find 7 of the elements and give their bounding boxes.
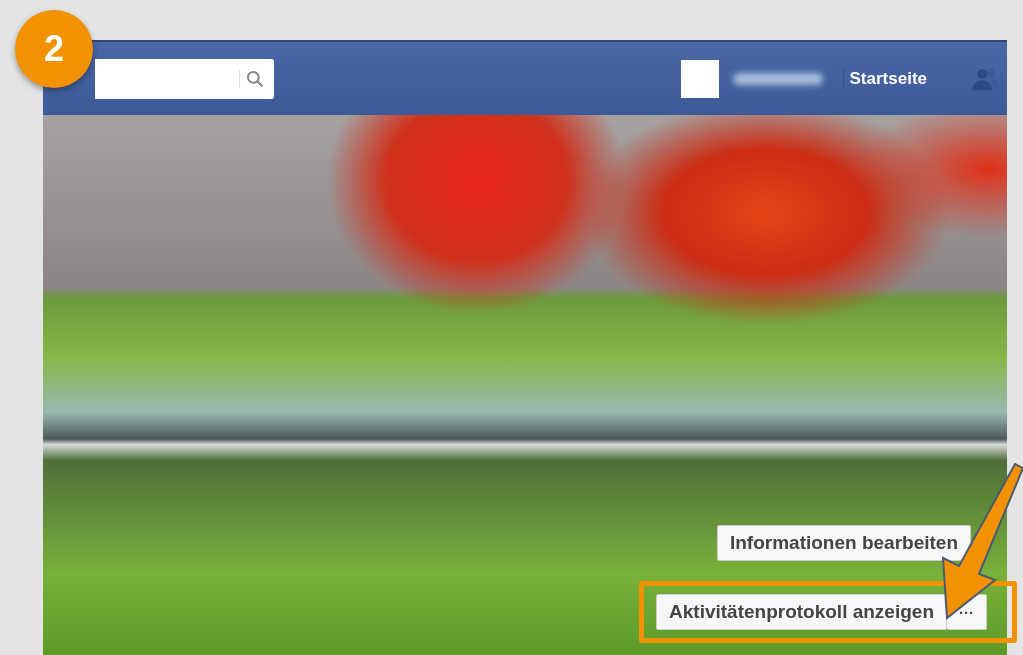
activity-log-button[interactable]: Aktivitätenprotokoll anzeigen — [656, 594, 947, 630]
home-link[interactable]: Startseite — [842, 68, 933, 89]
search-icon[interactable] — [239, 69, 264, 88]
search-field[interactable] — [95, 58, 274, 99]
edit-info-button[interactable]: Informationen bearbeiten — [716, 525, 971, 561]
avatar[interactable] — [680, 59, 719, 98]
step-badge: 2 — [15, 10, 93, 88]
